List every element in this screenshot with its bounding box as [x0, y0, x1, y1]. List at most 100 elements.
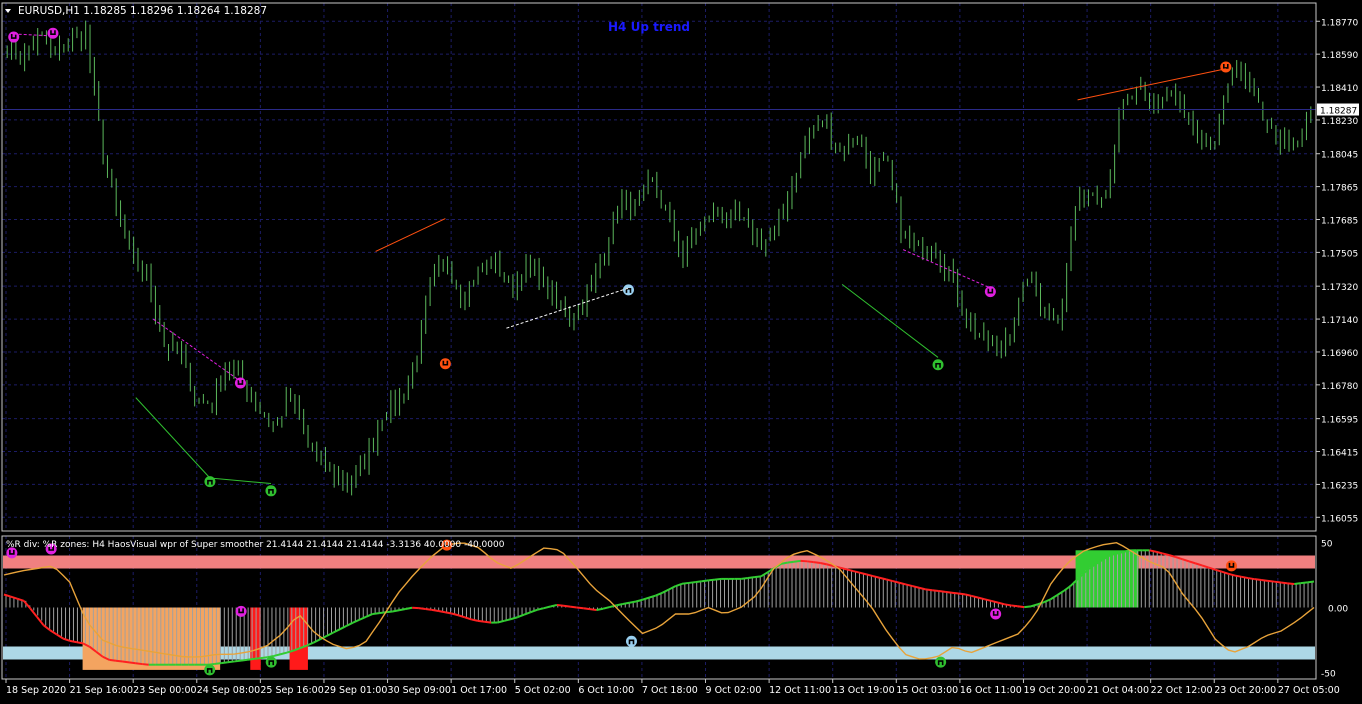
orange-arrow-icon[interactable] — [1220, 61, 1231, 72]
smoother-line-segment — [419, 608, 426, 609]
lightblue-arrow-icon[interactable] — [626, 636, 637, 647]
smoother-line-segment — [136, 663, 143, 664]
smoother-line-segment — [616, 604, 623, 605]
smoother-line-segment — [1268, 581, 1275, 582]
smoother-line-segment — [445, 612, 452, 613]
smoother-line-segment — [596, 609, 603, 610]
smoother-line-segment — [932, 590, 939, 591]
sub-y-tick-label: -50 — [1321, 670, 1336, 680]
x-tick-label: 24 Sep 08:00 — [197, 685, 260, 696]
smoother-line-segment — [787, 562, 794, 563]
smoother-line-segment — [689, 582, 696, 583]
green-arrow-icon-disc — [935, 657, 946, 668]
smoother-line-segment — [1301, 582, 1308, 583]
symbol-header: EURUSD,H1 1.18285 1.18296 1.18264 1.1828… — [5, 5, 267, 17]
x-tick-label: 13 Oct 19:00 — [833, 685, 895, 696]
indicator-label: %R div: %R zones: H4 HaosVisual wpr of S… — [6, 540, 505, 550]
smoother-line-segment — [748, 577, 755, 578]
x-tick-label: 30 Sep 09:00 — [388, 685, 451, 696]
trading-chart-window: 18 Sep 202021 Sep 16:0023 Sep 00:0024 Se… — [0, 0, 1362, 700]
x-tick-label: 27 Oct 05:00 — [1278, 685, 1340, 696]
y-tick-label: 1.16595 — [1321, 416, 1358, 426]
smoother-line-segment — [702, 580, 709, 581]
smoother-line-segment — [234, 661, 241, 662]
smoother-line-segment — [590, 609, 597, 610]
y-tick-label: 1.17505 — [1321, 249, 1358, 259]
x-tick-label: 23 Sep 00:00 — [133, 685, 196, 696]
smoother-line-segment — [1024, 606, 1031, 607]
smoother-line-segment — [715, 579, 722, 580]
green-arrow-icon[interactable] — [265, 485, 276, 496]
smoother-line-segment — [1235, 576, 1242, 577]
smoother-line-segment — [485, 622, 492, 623]
magenta-arrow-icon[interactable] — [990, 609, 1001, 620]
smoother-line-segment — [432, 610, 439, 611]
smoother-line-segment — [261, 657, 268, 658]
smoother-line-segment — [1294, 583, 1301, 584]
smoother-line-segment — [438, 611, 445, 612]
smoother-line-segment — [248, 659, 255, 660]
smoother-line-segment — [1275, 582, 1282, 583]
symbol-ohlc-text: EURUSD,H1 1.18285 1.18296 1.18264 1.1828… — [18, 5, 267, 17]
smoother-line-segment — [392, 610, 399, 611]
smoother-line-segment — [1018, 606, 1025, 607]
green-arrow-icon[interactable] — [933, 359, 944, 370]
orange-arrow-icon-disc — [440, 358, 451, 369]
smoother-line-segment — [1288, 583, 1295, 584]
magenta-arrow-icon[interactable] — [8, 32, 19, 43]
x-tick-label: 21 Oct 04:00 — [1087, 685, 1149, 696]
smoother-line-segment — [129, 662, 136, 663]
y-tick-label: 1.17140 — [1321, 316, 1358, 326]
smoother-line-segment — [215, 663, 222, 664]
x-tick-label: 9 Oct 02:00 — [706, 685, 762, 696]
smoother-line-segment — [741, 578, 748, 579]
smoother-line-segment — [406, 608, 413, 609]
smoother-line-segment — [814, 562, 821, 563]
magenta-arrow-icon[interactable] — [235, 378, 246, 389]
y-tick-label: 1.18230 — [1321, 117, 1358, 127]
smoother-line-segment — [807, 561, 814, 562]
smoother-line-segment — [116, 661, 123, 662]
smoother-line-segment — [1149, 550, 1156, 551]
magenta-arrow-icon-disc — [990, 609, 1001, 620]
smoother-line-segment — [1261, 580, 1268, 581]
chart-svg[interactable]: 18 Sep 202021 Sep 16:0023 Sep 00:0024 Se… — [0, 0, 1362, 700]
smoother-line-segment — [939, 591, 946, 592]
magenta-arrow-icon-disc — [236, 606, 247, 617]
magenta-arrow-icon-disc — [235, 378, 246, 389]
green-arrow-icon[interactable] — [204, 664, 215, 675]
smoother-line-segment — [564, 606, 571, 607]
magenta-arrow-icon-disc — [47, 28, 58, 39]
sub-y-tick-label: 50 — [1321, 540, 1333, 550]
y-tick-label: 1.18045 — [1321, 151, 1358, 161]
magenta-arrow-icon[interactable] — [236, 606, 247, 617]
smoother-line-segment — [1281, 583, 1288, 584]
smoother-line-segment — [254, 658, 261, 659]
trend-label: H4 Up trend — [608, 20, 690, 34]
y-tick-label: 1.17685 — [1321, 216, 1358, 226]
green-arrow-icon[interactable] — [266, 657, 277, 668]
smoother-line-segment — [682, 583, 689, 584]
lightblue-arrow-icon-disc — [626, 636, 637, 647]
smoother-line-segment — [695, 581, 702, 582]
smoother-line-segment — [577, 607, 584, 608]
lightblue-arrow-icon[interactable] — [623, 284, 634, 295]
x-tick-label: 29 Sep 01:00 — [324, 685, 387, 696]
y-tick-label: 1.18410 — [1321, 84, 1358, 94]
lightblue-arrow-icon-disc — [623, 284, 634, 295]
green-arrow-icon[interactable] — [935, 657, 946, 668]
orange-arrow-icon[interactable] — [1226, 560, 1237, 571]
green-arrow-icon-disc — [204, 664, 215, 675]
x-tick-label: 22 Oct 12:00 — [1151, 685, 1213, 696]
magenta-arrow-icon[interactable] — [47, 28, 58, 39]
x-tick-label: 6 Oct 10:00 — [578, 685, 634, 696]
sub-current-value-label: 0.00 — [1328, 605, 1348, 615]
y-tick-label: 1.16235 — [1321, 481, 1358, 491]
smoother-line-segment — [1242, 577, 1249, 578]
orange-arrow-icon[interactable] — [440, 358, 451, 369]
smoother-line-segment — [708, 580, 715, 581]
smoother-line-segment — [952, 593, 959, 594]
orange-arrow-icon-disc — [1226, 560, 1237, 571]
smoother-line-segment — [570, 607, 577, 608]
smoother-line-segment — [926, 589, 933, 590]
